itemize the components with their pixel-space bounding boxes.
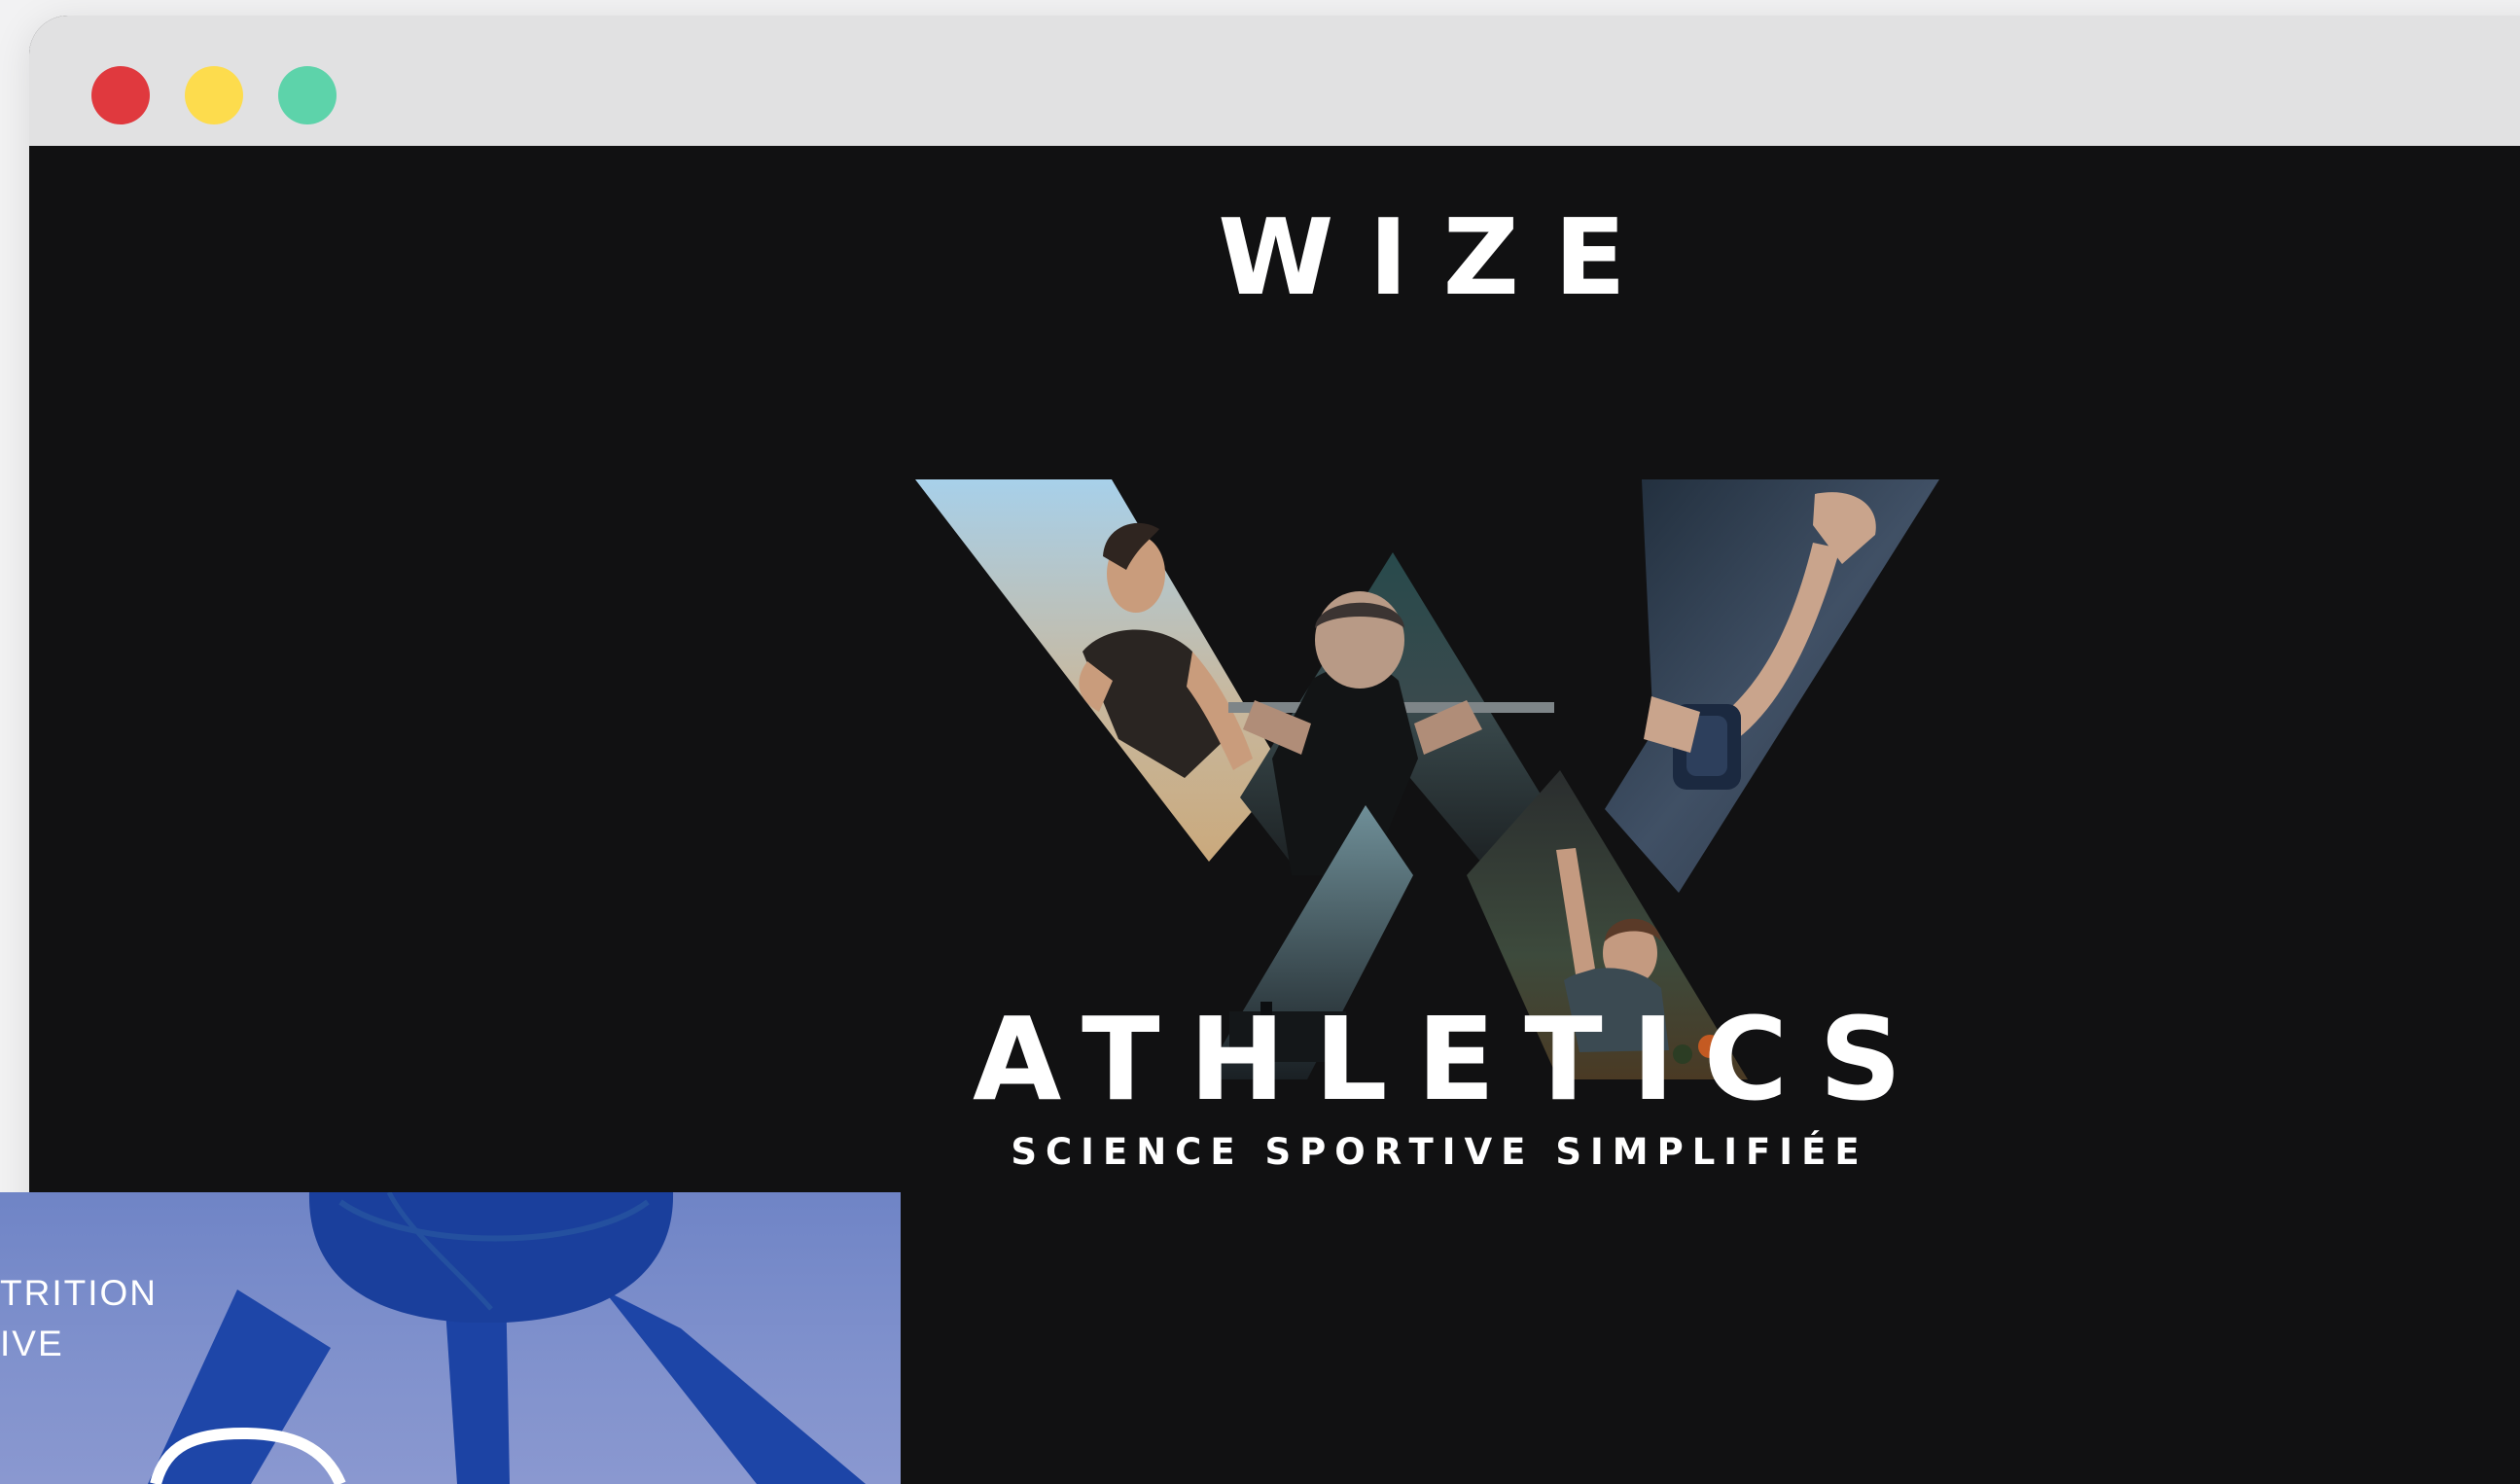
preview-line-1: TRITION — [0, 1273, 158, 1313]
brand-wordmark-bottom: ATHLETICS — [973, 992, 1932, 1126]
minimize-dot-icon[interactable] — [185, 66, 243, 124]
maximize-dot-icon[interactable] — [278, 66, 337, 124]
brand-tagline: SCIENCE SPORTIVE SIMPLIFIÉE — [1011, 1131, 1868, 1173]
preview-card[interactable]: TRITION IVE — [0, 1192, 901, 1484]
page: WIZE ATHLETICS SCIENCE SPORTIVE SIMPLIFI… — [0, 0, 2520, 1484]
preview-line-2: IVE — [0, 1324, 64, 1363]
title-bar — [29, 16, 2520, 146]
close-dot-icon[interactable] — [91, 66, 150, 124]
brand-wordmark-top: WIZE — [1218, 197, 1661, 319]
preview-card-caption: TRITION IVE — [0, 1268, 158, 1369]
